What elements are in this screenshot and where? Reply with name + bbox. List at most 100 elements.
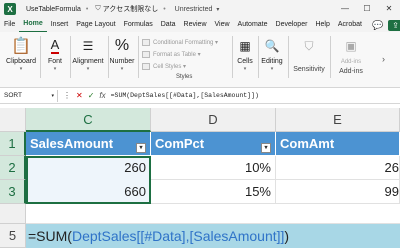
confirm-icon[interactable]: ✓ [88,91,95,100]
clipboard-label: Clipboard [6,58,36,65]
share-icon[interactable]: ⇪ [388,19,400,31]
document-status[interactable]: Unrestricted [175,6,213,13]
format-as-table-button[interactable]: Format as Table ▾ [142,48,230,60]
row-header-2[interactable]: 2 [0,156,26,180]
maximize-button[interactable]: ☐ [356,0,378,18]
divider [40,36,41,78]
conditional-formatting-button[interactable]: Conditional Formatting ▾ [142,36,230,48]
table-cell[interactable]: 26 [276,156,400,180]
addins-group[interactable]: ▣ Add-ins Add-ins [332,36,370,84]
tab-help[interactable]: Help [311,18,333,32]
row-header-1[interactable]: 1 [0,132,26,156]
name-box[interactable]: SORT ▾ [2,89,58,102]
select-all-corner[interactable] [0,108,26,132]
chevron-down-icon: ▾ [86,66,90,72]
alignment-group[interactable]: ☰ Alignment ▾ [70,36,106,84]
formula-bar: SORT ▾ ⋮ ✕ ✓ fx =SUM(DeptSales[[#Data],[… [0,88,400,104]
column-header-e[interactable]: E [276,108,400,132]
number-group[interactable]: % Number ▾ [108,36,136,84]
chevron-down-icon: ▾ [51,92,54,99]
alignment-label: Alignment [72,58,104,65]
tab-data[interactable]: Data [157,18,180,32]
divider [232,36,233,78]
divider [330,36,331,78]
minimize-button[interactable]: — [334,0,356,18]
editing-group[interactable]: 🔍 Editing ▾ [258,36,286,84]
cancel-icon[interactable]: ✕ [76,91,83,100]
empty-row[interactable] [26,204,400,224]
tab-page-layout[interactable]: Page Layout [72,18,119,32]
table-cell[interactable]: 99 [276,180,400,204]
divider [288,36,289,78]
document-name: UseTableFormula [26,5,81,13]
tab-review[interactable]: Review [180,18,211,32]
tab-insert[interactable]: Insert [47,18,73,32]
filter-dropdown-icon[interactable]: ▾ [261,142,271,153]
ribbon: 📋 Clipboard ▾ A Font ▾ ☰ Alignment ▾ % N… [0,32,400,88]
column-header-c[interactable]: C [26,108,151,132]
filter-dropdown-icon[interactable]: ▾ [136,142,146,153]
more-icon[interactable]: ⋮ [63,91,71,100]
addins-button-label: Add-ins [340,59,362,65]
chevron-down-icon: ▾ [19,66,23,72]
row-header-5[interactable]: 5 [0,224,26,248]
table-cell[interactable]: 660 [26,180,151,204]
excel-logo-icon: X [4,3,16,15]
chevron-down-icon: ▾ [243,66,247,72]
sensitivity-label: Sensitivity [293,66,325,73]
table-cell[interactable]: 260 [26,156,151,180]
row-header-4-gap [0,204,26,224]
formula-prefix: =SUM( [28,228,72,244]
tab-home[interactable]: Home [19,17,47,33]
header-com-amt: ComAmt [280,136,335,151]
cells-label: Cells [237,58,253,65]
ribbon-tabs: File Home Insert Page Layout Formulas Da… [0,17,400,33]
name-box-value: SORT [4,92,22,99]
conditional-formatting-icon [142,38,150,46]
clipboard-group[interactable]: 📋 Clipboard ▾ [4,36,38,84]
cells-group[interactable]: ▦ Cells ▾ [234,36,256,84]
table-cell[interactable]: 15% [151,180,276,204]
fx-icon[interactable]: fx [99,91,105,100]
tab-developer[interactable]: Developer [272,18,312,32]
table-header-cell[interactable]: ComPct ▾ [151,132,276,156]
align-icon: ☰ [82,39,94,53]
tab-file[interactable]: File [0,18,19,32]
formula-input[interactable]: =SUM(DeptSales[[#Data],[SalesAmount]]) [111,92,259,99]
close-button[interactable]: ✕ [378,0,400,18]
title-separator-2: • [163,5,166,13]
sensitivity-shield-icon[interactable]: ⛉ [95,5,100,13]
formula-cell[interactable]: =SUM(DeptSales[[#Data],[SalesAmount]]) [26,224,289,248]
sensitivity-icon: ⛉ [304,38,314,53]
divider [138,36,139,78]
formula-bar-icons: ⋮ ✕ ✓ fx [58,91,111,100]
table-header-cell[interactable]: SalesAmount ▾ [26,132,151,156]
addins-label: Add-ins [339,68,363,75]
row-header-3[interactable]: 3 [0,180,26,204]
chevron-down-icon: ▾ [120,66,124,72]
spreadsheet-grid: C D E 1 2 3 5 SalesAmount ▾ ComPct ▾ Com… [0,104,400,250]
comment-icon[interactable]: 💬 [372,20,383,31]
formula-reference: DeptSales[[#Data],[SalesAmount]] [71,228,285,244]
tab-acrobat[interactable]: Acrobat [334,18,366,32]
table-cell[interactable]: 10% [151,156,276,180]
column-header-d[interactable]: D [151,108,276,132]
tab-formulas[interactable]: Formulas [120,18,157,32]
editing-label: Editing [261,58,283,65]
font-label: Font [47,58,62,65]
tab-automate[interactable]: Automate [234,18,272,32]
cells-icon: ▦ [239,39,251,53]
table-icon [142,50,150,58]
title-bar: X UseTableFormula • ⛉ アクセス制限なし • Unrestr… [0,0,400,18]
chevron-down-icon: ▾ [270,66,274,72]
number-label: Number [109,58,135,65]
table-header-cell[interactable]: ComAmt [276,132,400,156]
chevron-down-icon[interactable]: ▾ [216,6,219,13]
cell-styles-icon [142,62,150,70]
tab-view[interactable]: View [211,18,234,32]
sensitivity-label[interactable]: アクセス制限なし [103,4,159,14]
cell-styles-button[interactable]: Cell Styles ▾ [142,60,230,72]
sensitivity-group[interactable]: ⛉ Sensitivity [290,36,328,84]
font-group[interactable]: A Font ▾ [44,36,66,84]
chevron-right-icon[interactable]: › [382,54,385,64]
